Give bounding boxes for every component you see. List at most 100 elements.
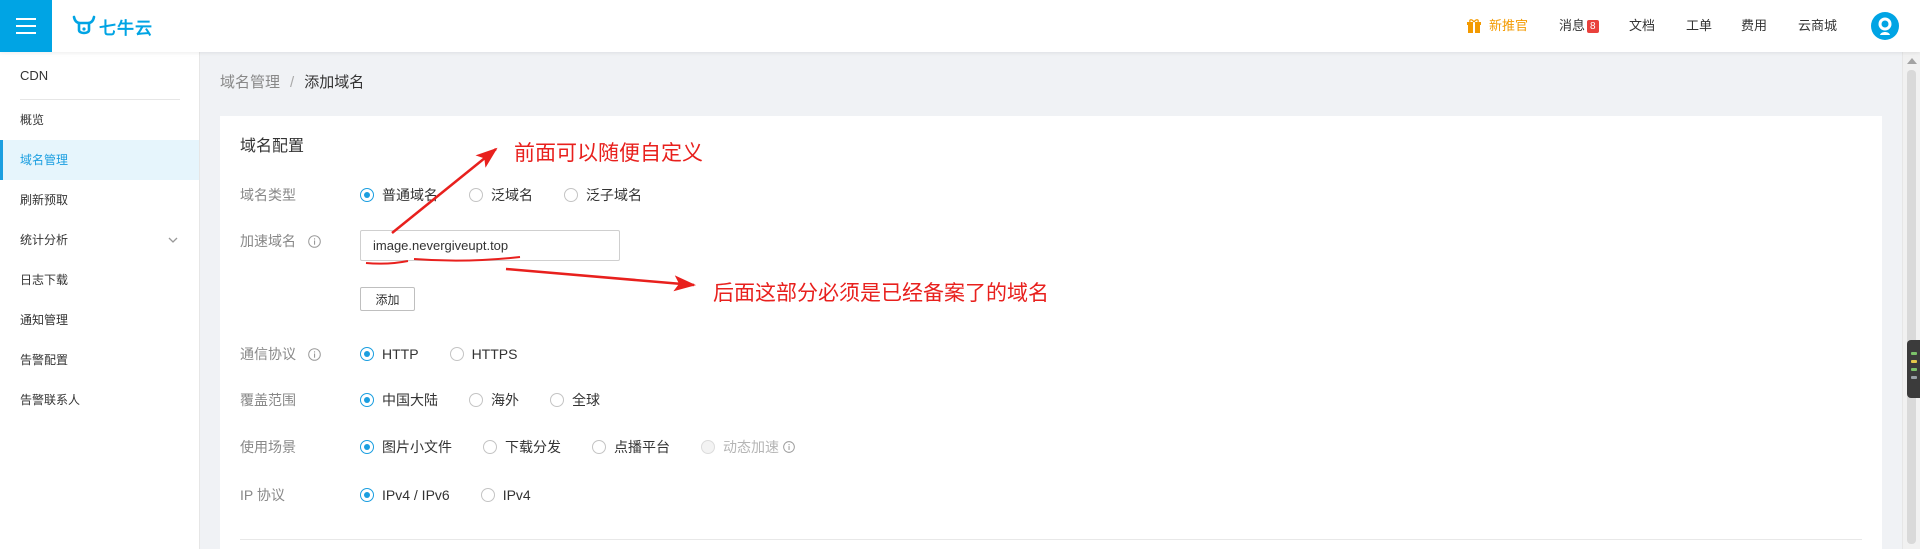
radio-option-http[interactable]: HTTP [360,342,419,366]
nav-promo[interactable]: 新推官 [1467,0,1528,52]
radio-option-wildcard-subdomain[interactable]: 泛子域名 [564,183,642,207]
protocol-label: 通信协议 [240,346,296,362]
radio-label: 泛子域名 [586,187,642,203]
sidebar-title: CDN [20,68,49,83]
radio-button[interactable] [360,440,374,454]
card-title: 域名配置 [240,138,305,155]
radio-button[interactable] [592,440,606,454]
top-navigation-bar: 七牛云 新推官 消息 8 文档 工单 费用 云商城 [0,0,1920,52]
sidebar-item-statistics[interactable]: 统计分析 [0,220,199,260]
radio-label: IPv4 / IPv6 [382,487,450,503]
sidebar-item-log-download[interactable]: 日志下载 [0,260,199,300]
radio-option-download[interactable]: 下载分发 [483,435,561,459]
logo[interactable]: 七牛云 [72,14,153,38]
row-domain-type: 域名类型 普通域名 泛域名 泛子域名 [240,183,1840,207]
radio-option-overseas[interactable]: 海外 [469,388,519,412]
ip-protocol-label: IP 协议 [240,487,285,503]
radio-label: 泛域名 [491,187,533,203]
nav-docs-label: 文档 [1629,18,1656,33]
sidebar-menu: 概览 域名管理 刷新预取 统计分析 日志下载 通知管理 告警配置 告警联系人 [0,100,199,420]
radio-button[interactable] [480,488,495,502]
domain-type-radio-group: 普通域名 泛域名 泛子域名 [360,183,673,207]
radio-button[interactable] [564,188,578,202]
floating-toolbar-tab[interactable] [1907,340,1920,398]
radio-option-ipv4-ipv6[interactable]: IPv4 / IPv6 [360,483,450,507]
gift-icon [1467,18,1481,33]
radio-label: 图片小文件 [382,439,452,455]
sidebar-item-label: 统计分析 [20,233,69,247]
nav-messages[interactable]: 消息 8 [1559,0,1599,52]
radio-option-wildcard-domain[interactable]: 泛域名 [469,183,533,207]
sidebar-item-alert-contacts[interactable]: 告警联系人 [0,380,199,420]
sidebar-item-refresh-prefetch[interactable]: 刷新预取 [0,180,199,220]
sidebar-item-overview[interactable]: 概览 [0,100,199,140]
row-protocol: 通信协议 HTTP HTTPS [240,342,1840,366]
avatar-icon[interactable] [1871,12,1899,40]
menu-icon [16,18,36,20]
sidebar-item-label: 域名管理 [20,153,69,167]
nav-tickets[interactable]: 工单 [1686,0,1712,52]
breadcrumb-separator: / [290,74,295,91]
radio-option-global[interactable]: 全球 [550,388,600,412]
menu-button[interactable] [0,0,52,52]
info-icon[interactable] [783,441,795,453]
chevron-down-icon [168,237,178,243]
sidebar-item-label: 概览 [20,113,45,127]
nav-marketplace[interactable]: 云商城 [1798,0,1837,52]
sidebar-item-domain-management[interactable]: 域名管理 [0,140,199,180]
scroll-up-arrow-icon[interactable] [1907,58,1917,64]
breadcrumb-parent-link[interactable]: 域名管理 [220,74,280,91]
radio-label: 全球 [572,392,600,408]
sidebar-item-notifications[interactable]: 通知管理 [0,300,199,340]
nav-marketplace-label: 云商城 [1798,18,1838,33]
sidebar-item-label: 告警联系人 [20,393,81,407]
domain-type-label: 域名类型 [240,187,296,203]
radio-label: 动态加速 [723,439,779,455]
menu-icon-line [16,25,36,27]
sidebar-item-label: 刷新预取 [20,193,69,207]
radio-label: 下载分发 [505,439,561,455]
nav-tickets-label: 工单 [1686,18,1713,33]
radio-option-small-images[interactable]: 图片小文件 [360,435,452,459]
section-divider [240,539,1862,540]
sidebar-item-label: 日志下载 [20,273,69,287]
radio-button[interactable] [550,393,564,407]
accel-domain-label-group: 加速域名 [240,229,321,253]
vertical-scrollbar[interactable] [1902,52,1920,549]
info-icon[interactable] [308,347,321,361]
radio-label: 点播平台 [614,439,670,455]
accel-domain-label: 加速域名 [240,233,296,249]
radio-button[interactable] [469,393,483,407]
radio-button[interactable] [360,188,374,202]
add-domain-button[interactable]: 添加 [360,287,415,311]
radio-label: 中国大陆 [382,392,438,408]
protocol-label-group: 通信协议 [240,342,321,366]
radio-option-mainland-china[interactable]: 中国大陆 [360,388,438,412]
sidebar-item-label: 通知管理 [20,313,69,327]
info-icon[interactable] [308,234,321,248]
nav-docs[interactable]: 文档 [1629,0,1655,52]
radio-button[interactable] [360,488,374,502]
sidebar-item-alert-config[interactable]: 告警配置 [0,340,199,380]
nav-billing[interactable]: 费用 [1741,0,1767,52]
radio-button[interactable] [483,440,497,454]
radio-button[interactable] [360,393,374,407]
radio-button[interactable] [469,188,483,202]
row-ip-protocol: IP 协议 IPv4 / IPv6 IPv4 [240,483,1840,507]
radio-button[interactable] [449,347,464,361]
logo-text: 七牛云 [99,18,153,38]
scrollbar-thumb[interactable] [1907,70,1916,544]
nav-promo-label: 新推官 [1489,18,1529,33]
radio-option-dynamic-acceleration: 动态加速 [701,435,795,459]
accel-domain-input[interactable] [360,230,620,261]
radio-option-ipv4[interactable]: IPv4 [480,483,531,507]
radio-option-standard-domain[interactable]: 普通域名 [360,183,438,207]
coverage-label: 覆盖范围 [240,392,296,408]
messages-count-badge: 8 [1587,19,1599,33]
radio-option-https[interactable]: HTTPS [449,342,517,366]
radio-button[interactable] [360,347,374,361]
radio-option-vod[interactable]: 点播平台 [592,435,670,459]
radio-label: 普通域名 [382,187,438,203]
breadcrumb: 域名管理 / 添加域名 [220,72,364,94]
annotation-note-suffix: 后面这部分必须是已经备案了的域名 [713,282,1049,305]
